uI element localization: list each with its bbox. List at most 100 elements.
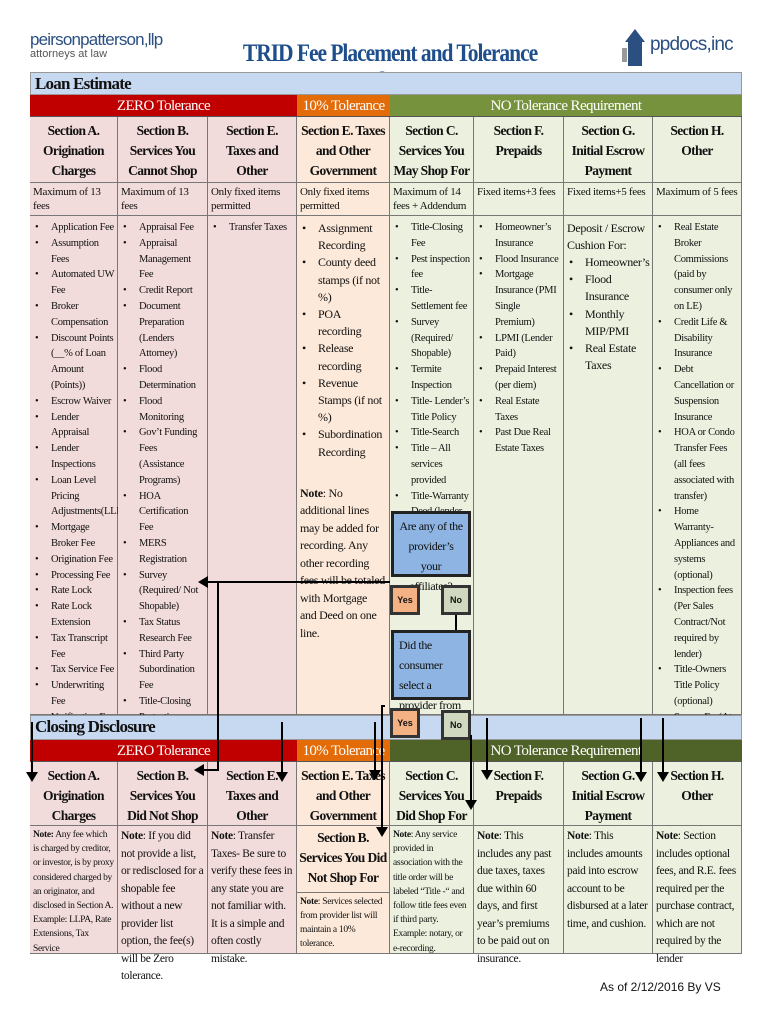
le-section-header: Section C. Services You May Shop For bbox=[390, 117, 474, 183]
le-fee-limit: Fixed items+3 fees bbox=[474, 183, 564, 216]
list-item: Home Warranty-Appliances and systems (op… bbox=[656, 504, 738, 583]
list-item: Homeowner’s Insurance bbox=[477, 220, 560, 252]
le-section-header: Section E. Taxes and Other Government Fe… bbox=[297, 117, 390, 198]
list-item: Assumption Fees bbox=[33, 236, 114, 268]
list-item: Monthly MIP/PMI bbox=[567, 306, 649, 340]
list-item: Title-Owners Title Policy (optional) bbox=[656, 662, 738, 709]
cd-note-cell: Note: This includes any past due taxes, … bbox=[474, 826, 564, 965]
list-item: Processing Fee bbox=[33, 568, 114, 584]
cd-note-cell: Note: Any service provided in associatio… bbox=[390, 826, 474, 954]
logo-left-main: peirsonpatterson,llp bbox=[30, 30, 163, 49]
fee-items: Application FeeAssumption FeesAutomated … bbox=[33, 220, 132, 773]
cd-note-cell: Section B. Services You Did Not Shop For… bbox=[297, 826, 390, 954]
list-item: Gov’t Funding Fees (Assistance Programs) bbox=[121, 425, 204, 488]
cd-note: Note: This includes amounts paid into es… bbox=[567, 828, 649, 933]
list-item: Credit Report bbox=[121, 283, 204, 299]
list-item: Survey (Required/ Shopable) bbox=[393, 315, 470, 362]
le-fee-limit: Maximum of 5 fees bbox=[653, 183, 742, 216]
note-label: Note bbox=[300, 485, 323, 500]
le-section-header: Section H. Other bbox=[653, 117, 742, 183]
note-label: Note bbox=[393, 830, 411, 840]
le-section-header: Section E. Taxes and Other Government Fe… bbox=[208, 117, 297, 218]
list-item: County deed stamps (if not %) bbox=[300, 254, 386, 306]
list-item: Underwriting Fee bbox=[33, 678, 114, 710]
cd-note-cell: Note: Transfer Taxes- Be sure to verify … bbox=[208, 826, 297, 965]
list-item: Subordination Recording bbox=[300, 426, 386, 460]
list-item: Title-Search bbox=[393, 425, 470, 441]
list-item: Tax Service Fee bbox=[33, 662, 114, 678]
list-item: Broker Compensation bbox=[33, 299, 114, 331]
fee-items: Title-Closing FeePest inspection fee Titl… bbox=[393, 220, 470, 536]
list-item: Release recording bbox=[300, 340, 386, 374]
escrow-intro: Deposit / Escrow Cushion For: bbox=[567, 221, 645, 252]
list-item: Flood Insurance bbox=[567, 271, 649, 305]
provider-list-question: Did the consumer select a provider from … bbox=[391, 630, 471, 732]
list-item: Inspection fees (Per Sales Contract/Not … bbox=[656, 583, 738, 662]
cd-note-cell: Note: If you did not provide a list, or … bbox=[118, 826, 208, 982]
list-item: MERS Registration bbox=[121, 536, 204, 568]
list-item: Rate Lock bbox=[33, 583, 114, 599]
note-label: Note bbox=[211, 830, 233, 842]
fee-items: Transfer Taxes bbox=[211, 220, 293, 236]
cd-section-header: Section E. Taxes and Other Government Fe… bbox=[297, 762, 390, 843]
cd-section-header: Section B. Services You Did Not Shop For bbox=[118, 762, 208, 843]
note-text: : Section includes optional fees, and R.… bbox=[656, 830, 736, 965]
cd-sub-header: Section B. Services You Did Not Shop For bbox=[297, 826, 389, 893]
list-item: Pest inspection fee bbox=[393, 252, 470, 284]
le-section-header: Section G. Initial Escrow Payment bbox=[564, 117, 653, 183]
cd-note: Note: Any fee which is charged by credit… bbox=[33, 828, 114, 956]
le-zero-tolerance: ZERO Tolerance bbox=[30, 95, 297, 117]
list-item: Assignment Recording bbox=[300, 220, 386, 254]
cd-section-header: Section G. Initial Escrow Payment bbox=[564, 762, 653, 826]
le-fee-limit: Fixed items+5 fees bbox=[564, 183, 653, 216]
note-label: Note bbox=[656, 830, 678, 842]
note-text: : If you did not provide a list, or redi… bbox=[121, 830, 204, 982]
list-item: Application Fee bbox=[33, 220, 114, 236]
list-item: Title- Lender’s Title Policy bbox=[393, 394, 470, 426]
cd-note: Note: If you did not provide a list, or … bbox=[121, 828, 204, 986]
cd-note: Note: Any service provided in associatio… bbox=[393, 828, 470, 956]
list-item: Real Estate Broker Commissions (paid by … bbox=[656, 220, 738, 315]
affiliates-no: No bbox=[441, 585, 471, 615]
list-item: Real Estate Taxes bbox=[477, 394, 560, 426]
list-item: Lender Inspections bbox=[33, 441, 114, 473]
list-item: Credit Life & Disability Insurance bbox=[656, 315, 738, 362]
cd-note: Note: Services selected from provider li… bbox=[300, 895, 386, 951]
cd-section-header: Section E. Taxes and Other Government Fe… bbox=[208, 762, 297, 863]
note-label: Note bbox=[121, 830, 143, 842]
list-item: Mortgage Insurance (PMI Single Premium) bbox=[477, 267, 560, 330]
list-item: Homeowner’s bbox=[567, 254, 650, 271]
note-label: Note bbox=[300, 897, 318, 907]
ppdocs-logo: ppdocs,inc bbox=[622, 28, 742, 68]
cd-section-header: Section F. Prepaids bbox=[474, 762, 564, 826]
note-text: : Transfer Taxes- Be sure to verify thes… bbox=[211, 830, 293, 965]
le-fee-limit: Maximum of 14 fees + Addendum bbox=[390, 183, 474, 216]
note-label: Note bbox=[477, 830, 499, 842]
list-item: POA recording bbox=[300, 306, 386, 340]
fee-items: Homeowner’sFlood InsuranceMonthly MIP/PM… bbox=[567, 254, 650, 374]
cd-note-cell: Note: Any fee which is charged by credit… bbox=[30, 826, 118, 954]
le-section-header: Section F. Prepaids bbox=[474, 117, 564, 183]
list-item: LPMI (Lender Paid) bbox=[477, 331, 560, 363]
list-item: Title-Closing Fee bbox=[393, 220, 470, 252]
logo-right-text: ppdocs,inc bbox=[650, 34, 734, 55]
list-item: Title – All services provided bbox=[393, 441, 470, 488]
list-item: HOA Certification Fee bbox=[121, 489, 204, 536]
le-section-header: Section B. Services You Cannot Shop For bbox=[118, 117, 208, 198]
le-fee-limit: Only fixed items permitted bbox=[297, 183, 390, 216]
list-item: Loan Level Pricing Adjustments(LLPA) bbox=[33, 473, 132, 520]
note-label: Note bbox=[567, 830, 589, 842]
note-text: : This includes amounts paid into escrow… bbox=[567, 830, 648, 930]
closing-disclosure-header: Closing Disclosure bbox=[30, 715, 742, 740]
list-item: Third Party Subordination Fee bbox=[121, 647, 204, 694]
arrow-up-logo-icon bbox=[622, 29, 645, 66]
provider-list-no: No bbox=[441, 710, 471, 740]
list-item: Debt Cancellation or Suspension Insuranc… bbox=[656, 362, 738, 425]
list-item: Tax Status Research Fee bbox=[121, 615, 204, 647]
le-fee-list: Assignment RecordingCounty deed stamps (… bbox=[297, 216, 390, 715]
list-item: Discount Points (__% of Loan Amount (Poi… bbox=[33, 331, 114, 394]
list-item: Flood Monitoring bbox=[121, 394, 204, 426]
as-of-date: As of 2/12/2016 By VS bbox=[600, 980, 721, 994]
list-item: Document Preparation (Lenders Attorney) bbox=[121, 299, 204, 362]
list-item: Past Due Real Estate Taxes bbox=[477, 425, 560, 457]
